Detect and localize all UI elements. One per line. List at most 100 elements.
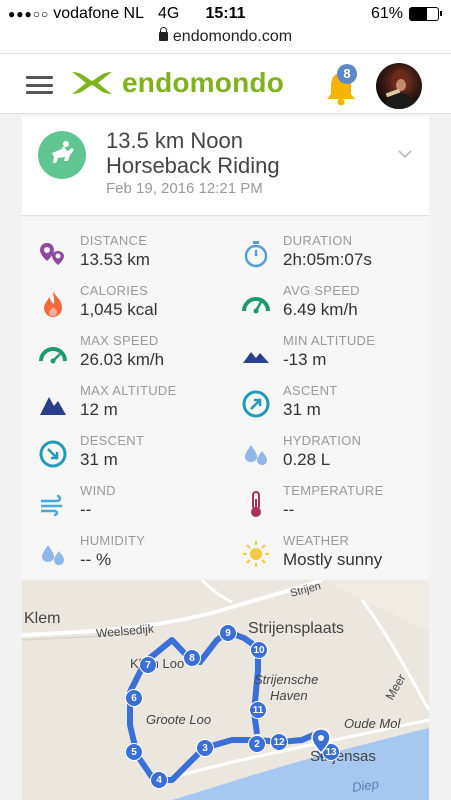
stat-weather: WEATHER Mostly sunny [241,533,441,577]
map-label: Groote Loo [146,712,212,727]
workout-date: Feb 19, 2016 12:21 PM [106,180,263,197]
stat-label: HUMIDITY [80,533,146,548]
hamburger-menu-icon[interactable] [26,76,53,94]
stat-value: 26.03 km/h [80,350,165,369]
km-marker[interactable]: 10 [250,641,268,659]
map-label: Strijensche [254,672,319,687]
stat-label: AVG SPEED [283,283,360,298]
status-bar: ●●●○○ vodafone NL 4G 15:11 61% [0,0,451,28]
stat-value: Mostly sunny [283,550,383,569]
stat-label: ASCENT [283,383,338,398]
speedometer-icon [242,297,270,314]
thermometer-icon [251,491,261,517]
workout-title: 13.5 km Noon Horseback Riding [106,128,280,178]
stat-value: -- [283,500,295,519]
workout-title-line2: Horseback Riding [106,153,280,178]
stat-avg-speed: AVG SPEED 6.49 km/h [241,283,441,327]
stat-humidity: HUMIDITY -- % [38,533,238,577]
stat-hydration: HYDRATION 0.28 L [241,433,441,477]
km-marker[interactable]: 3 [196,739,214,757]
stat-descent: DESCENT 31 m [38,433,238,477]
stat-label: WIND [80,483,116,498]
descent-arrow-icon [39,440,67,468]
url-bar[interactable]: endomondo.com [0,27,451,54]
stat-label: WEATHER [283,533,350,548]
stat-duration: DURATION 2h:05m:07s [241,233,441,277]
finish-pin-icon [311,728,331,754]
speedometer-icon [39,347,67,364]
stat-wind: WIND -- [38,483,238,527]
battery-icon [409,7,442,21]
stat-calories: CALORIES 1,045 kcal [38,283,238,327]
battery-area: 61% [370,5,442,23]
logo-text: endomondo [122,67,284,98]
stopwatch-icon [244,241,268,268]
sun-icon [243,541,269,567]
map-label: Oude Mol [344,716,401,731]
route-line [127,629,331,783]
stat-label: DISTANCE [80,233,148,248]
stat-label: MAX SPEED [80,333,159,348]
chevron-down-icon[interactable] [397,146,413,162]
stat-label: HYDRATION [283,433,362,448]
map-label: Strijensplaats [248,620,345,637]
km-marker[interactable]: 2 [248,735,266,753]
km-marker[interactable]: 7 [139,656,157,674]
stat-value: -- [80,500,92,519]
low-mountain-icon [243,352,269,363]
avatar-photo-icon [384,70,416,109]
stat-value: -13 m [283,350,327,369]
stat-temperature: TEMPERATURE -- [241,483,441,527]
km-marker[interactable]: 5 [125,743,143,761]
stat-value: 31 m [283,400,321,419]
stat-label: DESCENT [80,433,145,448]
stat-label: CALORIES [80,283,149,298]
km-marker[interactable]: 6 [125,689,143,707]
route-map[interactable]: Klem Weelsedijk Strijen Strijensche Have… [22,580,429,800]
distance-pins-icon [40,243,64,265]
water-drops-icon [245,445,267,465]
under-armour-icon [72,72,112,94]
notification-badge[interactable]: 8 [337,64,357,84]
horseback-riding-icon [38,131,86,179]
stat-label: DURATION [283,233,353,248]
stat-value: 6.49 km/h [283,300,358,319]
stat-value: -- % [80,550,112,569]
stat-value: 0.28 L [283,450,331,469]
stats-panel: DISTANCE 13.53 km DURATION 2h:05m:07s CA… [22,217,429,579]
ascent-arrow-icon [242,390,270,418]
km-marker[interactable]: 11 [249,701,267,719]
endomondo-logo[interactable]: endomondo [70,67,284,99]
map-label: Klem [24,610,61,627]
stat-max-speed: MAX SPEED 26.03 km/h [38,333,238,377]
lock-icon [158,27,168,41]
wind-icon [41,494,62,517]
stat-value: 1,045 kcal [80,300,158,319]
workout-title-line1: 13.5 km Noon [106,128,243,153]
mountain-icon [40,397,66,415]
stat-label: MIN ALTITUDE [283,333,376,348]
map-label: Haven [270,688,308,703]
stat-min-altitude: MIN ALTITUDE -13 m [241,333,441,377]
km-marker[interactable]: 12 [270,733,288,751]
stat-label: MAX ALTITUDE [80,383,177,398]
km-marker[interactable]: 8 [183,649,201,667]
battery-fill [410,8,428,20]
km-marker[interactable]: 9 [219,624,237,642]
stat-value: 13.53 km [80,250,150,269]
stat-label: TEMPERATURE [283,483,384,498]
flame-icon [44,291,62,317]
km-marker[interactable]: 4 [150,771,168,789]
stat-max-altitude: MAX ALTITUDE 12 m [38,383,238,427]
stat-distance: DISTANCE 13.53 km [38,233,238,277]
stat-value: 2h:05m:07s [283,250,372,269]
battery-percent: 61% [370,5,403,22]
stat-value: 12 m [80,400,118,419]
stat-ascent: ASCENT 31 m [241,383,441,427]
url-text: endomondo.com [172,28,293,45]
avatar[interactable] [376,63,422,109]
stat-value: 31 m [80,450,118,469]
workout-header-card[interactable]: 13.5 km Noon Horseback Riding Feb 19, 20… [22,116,429,216]
map-canvas [22,580,429,800]
humidity-drops-icon [42,545,64,565]
